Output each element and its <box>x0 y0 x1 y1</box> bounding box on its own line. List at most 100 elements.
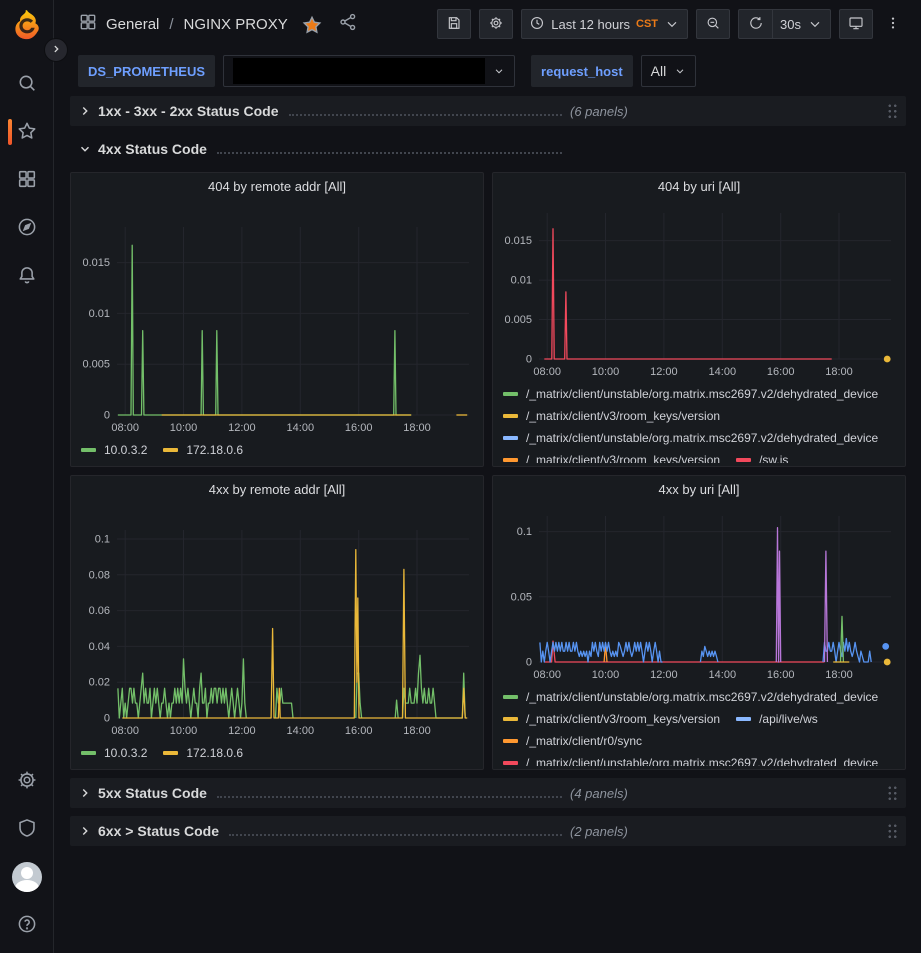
sidebar-item-configuration[interactable] <box>0 757 54 805</box>
time-series-chart[interactable]: 00.0050.010.01508:0010:0012:0014:0016:00… <box>497 199 901 381</box>
variable-select-request-host[interactable]: All <box>641 55 697 87</box>
row-title: 1xx - 3xx - 2xx Status Code <box>98 103 279 119</box>
legend-item[interactable]: /_matrix/client/v3/room_keys/version <box>503 405 720 427</box>
favorite-star-icon[interactable] <box>302 15 320 33</box>
svg-text:0.04: 0.04 <box>89 641 110 653</box>
sidebar-expand-button[interactable] <box>44 38 68 62</box>
chevron-right-icon <box>78 786 92 800</box>
panel-4xx-by-uri: 4xx by uri [All] 00.050.108:0010:0012:00… <box>492 475 906 770</box>
legend-label: /_matrix/client/unstable/org.matrix.msc2… <box>526 431 878 445</box>
legend-item[interactable]: 10.0.3.2 <box>81 742 147 764</box>
row-title: 4xx Status Code <box>98 141 207 157</box>
compass-icon <box>16 216 38 241</box>
gear-icon <box>488 15 504 34</box>
legend-item[interactable]: /sw.js <box>736 449 788 463</box>
time-range-picker[interactable]: Last 12 hours CST <box>521 9 688 39</box>
kebab-icon <box>885 15 901 34</box>
panel-legend: 10.0.3.2 172.18.0.6 <box>71 740 483 768</box>
refresh-interval-picker[interactable]: 30s <box>772 9 831 39</box>
row-header-6xx[interactable]: 6xx > Status Code (2 panels) <box>70 816 906 846</box>
time-series-chart[interactable]: 00.0050.010.01508:0010:0012:0014:0016:00… <box>75 199 479 437</box>
chevron-down-icon <box>674 65 686 77</box>
row-dots-leader <box>217 152 562 154</box>
zoom-out-button[interactable] <box>696 9 730 39</box>
legend-item[interactable]: /_matrix/client/v3/room_keys/version <box>503 708 720 730</box>
timezone-badge: CST <box>636 18 658 30</box>
legend-swatch <box>163 448 178 452</box>
variable-label-request-host: request_host <box>531 55 633 87</box>
legend-swatch <box>736 717 751 721</box>
svg-text:14:00: 14:00 <box>287 725 315 737</box>
main-area: General / NGINX PROXY <box>54 0 921 953</box>
sidebar-item-profile[interactable] <box>0 853 54 901</box>
row-title: 5xx Status Code <box>98 785 207 801</box>
legend-item[interactable]: /_matrix/client/r0/sync <box>503 730 642 752</box>
panel-header[interactable]: 404 by uri [All] <box>493 173 905 199</box>
sidebar-item-help[interactable] <box>0 901 54 949</box>
row-header-4xx[interactable]: 4xx Status Code <box>70 134 906 164</box>
legend-swatch <box>736 458 751 462</box>
sidebar-item-server-admin[interactable] <box>0 805 54 853</box>
chevron-down-icon <box>807 16 823 32</box>
save-icon <box>446 15 462 34</box>
legend-item[interactable]: 10.0.3.2 <box>81 439 147 461</box>
legend-item[interactable]: /_matrix/client/unstable/org.matrix.msc2… <box>503 383 878 405</box>
legend-label: 10.0.3.2 <box>104 746 147 760</box>
legend-item[interactable]: /_matrix/client/unstable/org.matrix.msc2… <box>503 427 878 449</box>
legend-item[interactable]: /api/live/ws <box>736 708 818 730</box>
legend-label: 172.18.0.6 <box>186 443 243 457</box>
legend-swatch <box>503 717 518 721</box>
apps-grid-icon <box>16 168 38 193</box>
tv-mode-button[interactable] <box>839 9 873 39</box>
legend-item[interactable]: /_matrix/client/unstable/org.matrix.msc2… <box>503 686 878 708</box>
legend-label: /_matrix/client/v3/room_keys/version <box>526 409 720 423</box>
avatar <box>12 862 42 892</box>
sidebar-bottom <box>0 757 54 953</box>
sidebar-item-starred[interactable] <box>0 108 54 156</box>
gear-icon <box>16 769 38 794</box>
row-panel-count: (6 panels) <box>570 104 628 119</box>
svg-text:0.015: 0.015 <box>82 257 110 269</box>
panel-header[interactable]: 404 by remote addr [All] <box>71 173 483 199</box>
row-header-1xx-3xx-2xx[interactable]: 1xx - 3xx - 2xx Status Code (6 panels) <box>70 96 906 126</box>
svg-text:12:00: 12:00 <box>650 366 678 378</box>
svg-text:0.015: 0.015 <box>504 235 532 247</box>
kebab-menu-button[interactable] <box>881 9 905 39</box>
drag-handle-icon[interactable] <box>887 823 898 839</box>
legend-item[interactable]: 172.18.0.6 <box>163 439 243 461</box>
share-icon[interactable] <box>338 12 358 36</box>
dashboard-settings-button[interactable] <box>479 9 513 39</box>
search-icon <box>16 72 38 97</box>
breadcrumb-section[interactable]: General <box>106 16 159 33</box>
refresh-button[interactable] <box>738 9 772 39</box>
svg-text:12:00: 12:00 <box>228 725 256 737</box>
grafana-logo-icon[interactable] <box>10 8 44 42</box>
sidebar-item-explore[interactable] <box>0 204 54 252</box>
svg-text:16:00: 16:00 <box>345 422 373 434</box>
time-series-chart[interactable]: 00.020.040.060.080.108:0010:0012:0014:00… <box>75 502 479 740</box>
sidebar-item-alerting[interactable] <box>0 252 54 300</box>
panel-header[interactable]: 4xx by uri [All] <box>493 476 905 502</box>
legend-item[interactable]: /_matrix/client/v3/room_keys/version <box>503 449 720 463</box>
legend-item[interactable]: 172.18.0.6 <box>163 742 243 764</box>
legend-label: 10.0.3.2 <box>104 443 147 457</box>
svg-text:0: 0 <box>526 657 532 669</box>
variable-select-ds-prometheus[interactable] <box>223 55 515 87</box>
page-header: General / NGINX PROXY <box>54 0 921 48</box>
sidebar-item-dashboards[interactable] <box>0 156 54 204</box>
refresh-icon <box>748 15 764 34</box>
save-button[interactable] <box>437 9 471 39</box>
legend-item[interactable]: /_matrix/client/unstable/org.matrix.msc2… <box>503 752 878 766</box>
row-header-5xx[interactable]: 5xx Status Code (4 panels) <box>70 778 906 808</box>
time-series-chart[interactable]: 00.050.108:0010:0012:0014:0016:0018:00 <box>497 502 901 684</box>
svg-text:10:00: 10:00 <box>170 725 198 737</box>
svg-text:16:00: 16:00 <box>345 725 373 737</box>
panel-header[interactable]: 4xx by remote addr [All] <box>71 476 483 502</box>
drag-handle-icon[interactable] <box>887 103 898 119</box>
legend-swatch <box>81 448 96 452</box>
sidebar-item-search[interactable] <box>0 60 54 108</box>
star-icon <box>16 120 38 145</box>
dashboard-title[interactable]: NGINX PROXY <box>184 16 288 33</box>
svg-text:16:00: 16:00 <box>767 669 795 681</box>
drag-handle-icon[interactable] <box>887 785 898 801</box>
